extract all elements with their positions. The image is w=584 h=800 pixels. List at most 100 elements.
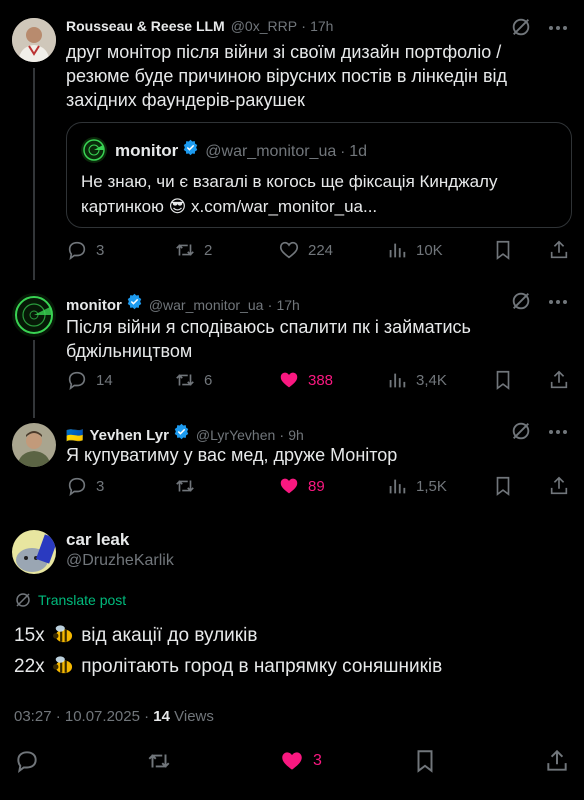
verified-icon [184, 139, 198, 156]
bookmark-icon [496, 240, 510, 260]
bookmark-icon [417, 750, 433, 773]
views-button[interactable]: 1,5K [386, 475, 447, 497]
action-bar: 3 2 224 10K [66, 239, 570, 263]
verified-icon [174, 423, 189, 440]
share-button[interactable] [548, 475, 570, 497]
post-time[interactable]: 17h [276, 297, 299, 313]
more-icon[interactable] [546, 290, 570, 314]
repost-button[interactable] [146, 748, 172, 774]
reply-button[interactable]: 3 [66, 239, 104, 261]
like-icon [282, 752, 302, 770]
avatar[interactable] [12, 293, 56, 337]
bookmark-icon [496, 476, 510, 496]
verified-icon [127, 293, 142, 310]
reply-icon [68, 371, 86, 391]
views-button[interactable]: 3,4K [386, 369, 447, 391]
post-time[interactable]: 9h [288, 427, 304, 443]
like-icon [280, 478, 298, 494]
avatar[interactable] [12, 423, 56, 467]
main-post-line: 22x пролітають город в напрямку соняшник… [14, 651, 570, 682]
tweet-monitor[interactable]: monitor @war_monitor_ua · 17h Після війн… [0, 285, 584, 410]
share-button[interactable] [548, 369, 570, 391]
post-time[interactable]: 17h [310, 18, 333, 34]
reply-icon [68, 241, 86, 261]
like-button[interactable]: 89 [278, 475, 325, 497]
line-count: 22x [14, 656, 45, 677]
translate-post-button[interactable]: Translate post [14, 591, 126, 609]
grok-icon[interactable] [510, 16, 532, 38]
quote-header: monitor @war_monitor_ua · 1d [115, 139, 367, 161]
tweet-text: Після війни я сподіваюсь спалити пк і за… [66, 317, 471, 361]
views-count: 14 [153, 708, 170, 725]
avatar[interactable] [12, 18, 56, 62]
views-count: 10K [416, 241, 443, 259]
share-icon [550, 370, 568, 389]
bookmark-icon [496, 370, 510, 390]
like-icon [280, 372, 298, 388]
like-count: 388 [308, 371, 334, 389]
bookmark-button[interactable] [492, 369, 514, 391]
tweet-rousseau[interactable]: Rousseau & Reese LLM @0x_RRP · 17h друг … [0, 0, 584, 285]
line-count: 15x [14, 625, 45, 646]
share-button[interactable] [548, 239, 570, 261]
user-handle[interactable]: @LyrYevhen [196, 427, 275, 443]
repost-button[interactable]: 6 [174, 369, 212, 391]
reply-icon [17, 751, 37, 774]
tweet-yevhen[interactable]: 🇺🇦 Yevhen Lyr @LyrYevhen · 9h Я купувати… [0, 410, 584, 520]
quoted-tweet[interactable]: monitor @war_monitor_ua · 1d Не знаю, чи… [66, 122, 572, 228]
user-handle[interactable]: @war_monitor_ua [149, 297, 264, 313]
like-button[interactable]: 3 [279, 748, 322, 774]
more-icon[interactable] [546, 16, 570, 40]
views-label: Views [174, 708, 214, 725]
grok-icon[interactable] [510, 290, 532, 312]
repost-button[interactable] [174, 475, 204, 497]
reply-button[interactable] [14, 748, 40, 774]
tweet-text: друг монітор після війни зі своїм дизайн… [66, 42, 508, 110]
bookmark-button[interactable] [412, 748, 438, 774]
reply-count: 3 [96, 241, 105, 259]
avatar[interactable] [12, 530, 56, 574]
like-button[interactable]: 224 [278, 239, 333, 261]
action-bar: 14 6 388 3,4K [66, 369, 570, 393]
separator-dot: · [301, 18, 307, 35]
more-icon[interactable] [546, 420, 570, 444]
display-name[interactable]: Rousseau & Reese LLM [66, 18, 225, 34]
flag-icon: 🇺🇦 [66, 427, 84, 443]
main-post-text: 15x від акації до вуликів 22x пролітають… [14, 620, 570, 682]
line-text: пролітають город в напрямку соняшників [81, 656, 443, 677]
reply-button[interactable]: 3 [66, 475, 104, 497]
quote-user-handle: @war_monitor_ua [205, 143, 337, 160]
tweet-text: Я купуватиму у вас мед, друже Монітор [66, 445, 398, 465]
share-icon [547, 749, 567, 771]
reply-count: 14 [96, 371, 113, 389]
separator-dot: · [279, 427, 285, 444]
post-timestamp[interactable]: 03:27 · 10.07.2025 · [14, 708, 153, 725]
like-icon [279, 241, 299, 259]
like-button[interactable]: 388 [278, 369, 333, 391]
reply-count: 3 [96, 477, 105, 495]
repost-button[interactable]: 2 [174, 239, 212, 261]
main-user-handle[interactable]: @DruzheKarlik [66, 552, 174, 570]
views-count: 3,4K [416, 371, 447, 389]
views-button[interactable]: 10K [386, 239, 443, 261]
share-button[interactable] [544, 748, 570, 774]
reply-button[interactable]: 14 [66, 369, 113, 391]
views-count: 1,5K [416, 477, 447, 495]
grok-icon[interactable] [510, 420, 532, 442]
translate-icon [16, 593, 30, 607]
bee-emoji-icon [52, 625, 73, 643]
like-count: 3 [313, 752, 322, 769]
display-name[interactable]: monitor [66, 297, 122, 314]
like-count: 89 [308, 477, 325, 495]
separator-dot: · [340, 143, 346, 160]
quote-post-time: 1d [349, 143, 368, 160]
main-action-bar: 3 [0, 746, 584, 778]
main-display-name[interactable]: car leak [66, 530, 129, 550]
share-icon [550, 476, 568, 495]
action-bar: 3 89 1,5K [66, 475, 570, 499]
tweet-header: monitor @war_monitor_ua · 17h [66, 293, 300, 314]
bookmark-button[interactable] [492, 239, 514, 261]
user-handle[interactable]: @0x_RRP [231, 18, 297, 34]
bookmark-button[interactable] [492, 475, 514, 497]
display-name[interactable]: Yevhen Lyr [89, 427, 168, 444]
